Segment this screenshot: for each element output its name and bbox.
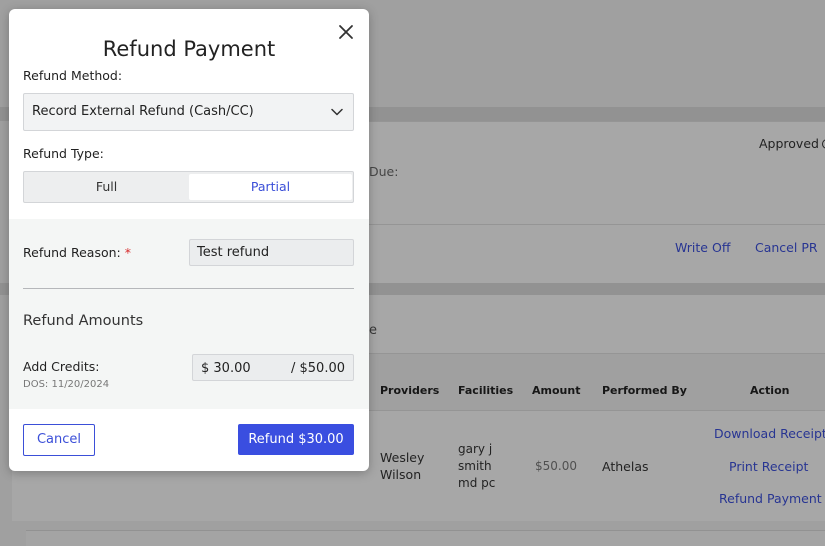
credit-amount-value: $ 30.00 xyxy=(201,361,251,376)
refund-payment-modal: Refund Payment Refund Method: Record Ext… xyxy=(9,9,369,471)
refund-method-label: Refund Method: xyxy=(23,68,123,83)
refund-type-partial-option[interactable]: Partial xyxy=(189,174,352,200)
credit-amount-max: / $50.00 xyxy=(291,361,345,376)
credit-amount-input[interactable]: $ 30.00 / $50.00 xyxy=(192,354,354,381)
refund-type-toggle: Full Partial xyxy=(23,171,354,203)
cancel-button[interactable]: Cancel xyxy=(23,424,95,456)
chevron-down-icon xyxy=(331,108,343,116)
refund-reason-input[interactable]: Test refund xyxy=(189,239,354,266)
dos-date: DOS: 11/20/2024 xyxy=(23,379,110,390)
refund-reason-label: Refund Reason: * xyxy=(23,245,131,260)
refund-method-select[interactable]: Record External Refund (Cash/CC) xyxy=(23,93,354,131)
refund-type-full-option[interactable]: Full xyxy=(24,172,189,202)
refund-method-value: Record External Refund (Cash/CC) xyxy=(32,104,254,119)
close-button[interactable] xyxy=(336,22,356,42)
required-asterisk: * xyxy=(124,245,131,260)
refund-amounts-title: Refund Amounts xyxy=(23,313,144,329)
modal-title: Refund Payment xyxy=(102,37,276,61)
refund-button[interactable]: Refund $30.00 xyxy=(238,424,354,455)
section-divider xyxy=(23,288,354,289)
add-credits-label: Add Credits: xyxy=(23,359,100,374)
close-icon xyxy=(339,25,353,39)
refund-type-label: Refund Type: xyxy=(23,146,104,161)
